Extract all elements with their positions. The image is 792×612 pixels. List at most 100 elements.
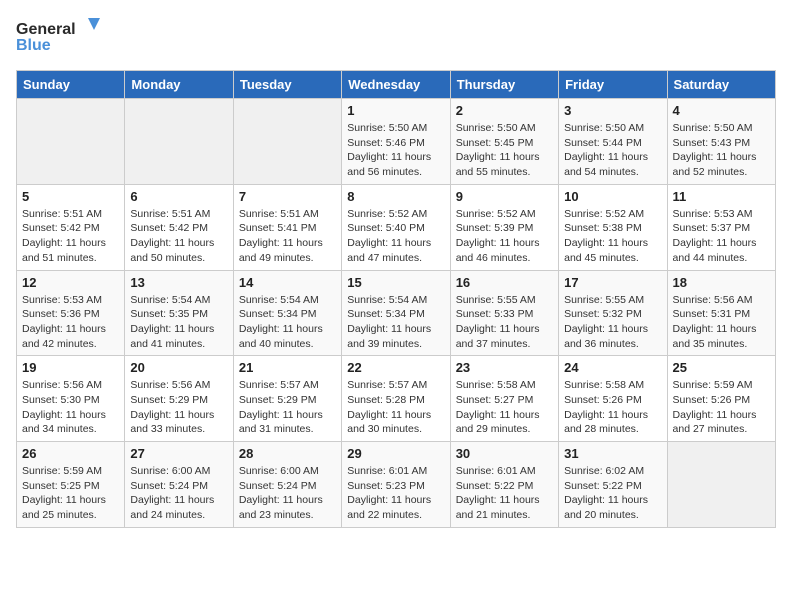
- day-info: Sunrise: 6:01 AMSunset: 5:22 PMDaylight:…: [456, 464, 553, 523]
- calendar-cell: [17, 99, 125, 185]
- day-number: 11: [673, 189, 770, 204]
- calendar-cell: 7Sunrise: 5:51 AMSunset: 5:41 PMDaylight…: [233, 184, 341, 270]
- calendar-cell: 3 Sunrise: 5:50 AMSunset: 5:44 PMDaylight…: [559, 99, 667, 185]
- page-header: GeneralBlue: [16, 16, 776, 58]
- day-number: 24: [564, 360, 661, 375]
- day-number: 16: [456, 275, 553, 290]
- day-number: 6: [130, 189, 227, 204]
- day-info: Sunrise: 5:56 AMSunset: 5:31 PMDaylight:…: [673, 293, 770, 352]
- day-info: Sunrise: 5:54 AMSunset: 5:35 PMDaylight:…: [130, 293, 227, 352]
- day-number: 18: [673, 275, 770, 290]
- calendar-cell: 24 Sunrise: 5:58 AMSunset: 5:26 PMDayligh…: [559, 356, 667, 442]
- weekday-header-tuesday: Tuesday: [233, 71, 341, 99]
- calendar-cell: 25Sunrise: 5:59 AMSunset: 5:26 PMDayligh…: [667, 356, 775, 442]
- day-number: 21: [239, 360, 336, 375]
- day-info: Sunrise: 5:58 AMSunset: 5:26 PMDaylight:…: [564, 378, 661, 437]
- day-info: Sunrise: 5:53 AMSunset: 5:36 PMDaylight:…: [22, 293, 119, 352]
- calendar-cell: [667, 442, 775, 528]
- calendar-cell: 31 Sunrise: 6:02 AMSunset: 5:22 PMDayligh…: [559, 442, 667, 528]
- calendar-cell: 11Sunrise: 5:53 AMSunset: 5:37 PMDayligh…: [667, 184, 775, 270]
- day-number: 28: [239, 446, 336, 461]
- calendar-cell: 20 Sunrise: 5:56 AMSunset: 5:29 PMDayligh…: [125, 356, 233, 442]
- day-info: Sunrise: 6:00 AMSunset: 5:24 PMDaylight:…: [130, 464, 227, 523]
- calendar-week-row: 19Sunrise: 5:56 AMSunset: 5:30 PMDayligh…: [17, 356, 776, 442]
- day-info: Sunrise: 5:58 AMSunset: 5:27 PMDaylight:…: [456, 378, 553, 437]
- calendar-cell: 23 Sunrise: 5:58 AMSunset: 5:27 PMDayligh…: [450, 356, 558, 442]
- day-number: 30: [456, 446, 553, 461]
- weekday-header-saturday: Saturday: [667, 71, 775, 99]
- day-number: 26: [22, 446, 119, 461]
- calendar-cell: 17 Sunrise: 5:55 AMSunset: 5:32 PMDayligh…: [559, 270, 667, 356]
- logo: GeneralBlue: [16, 16, 106, 58]
- calendar-cell: 30 Sunrise: 6:01 AMSunset: 5:22 PMDayligh…: [450, 442, 558, 528]
- day-info: Sunrise: 5:57 AMSunset: 5:29 PMDaylight:…: [239, 378, 336, 437]
- day-info: Sunrise: 6:02 AMSunset: 5:22 PMDaylight:…: [564, 464, 661, 523]
- day-info: Sunrise: 5:55 AMSunset: 5:32 PMDaylight:…: [564, 293, 661, 352]
- day-info: Sunrise: 5:59 AMSunset: 5:25 PMDaylight:…: [22, 464, 119, 523]
- day-number: 29: [347, 446, 444, 461]
- calendar-cell: 28 Sunrise: 6:00 AMSunset: 5:24 PMDayligh…: [233, 442, 341, 528]
- day-number: 20: [130, 360, 227, 375]
- calendar-table: SundayMondayTuesdayWednesdayThursdayFrid…: [16, 70, 776, 528]
- day-info: Sunrise: 5:51 AMSunset: 5:41 PMDaylight:…: [239, 207, 336, 266]
- day-info: Sunrise: 5:50 AMSunset: 5:46 PMDaylight:…: [347, 121, 444, 180]
- day-number: 1: [347, 103, 444, 118]
- calendar-cell: 29 Sunrise: 6:01 AMSunset: 5:23 PMDayligh…: [342, 442, 450, 528]
- day-number: 22: [347, 360, 444, 375]
- calendar-cell: 15 Sunrise: 5:54 AMSunset: 5:34 PMDayligh…: [342, 270, 450, 356]
- calendar-cell: 8Sunrise: 5:52 AMSunset: 5:40 PMDaylight…: [342, 184, 450, 270]
- calendar-cell: 12Sunrise: 5:53 AMSunset: 5:36 PMDayligh…: [17, 270, 125, 356]
- day-number: 23: [456, 360, 553, 375]
- calendar-cell: [233, 99, 341, 185]
- calendar-cell: 4Sunrise: 5:50 AMSunset: 5:43 PMDaylight…: [667, 99, 775, 185]
- day-info: Sunrise: 5:57 AMSunset: 5:28 PMDaylight:…: [347, 378, 444, 437]
- calendar-cell: 19Sunrise: 5:56 AMSunset: 5:30 PMDayligh…: [17, 356, 125, 442]
- day-info: Sunrise: 5:51 AMSunset: 5:42 PMDaylight:…: [22, 207, 119, 266]
- calendar-cell: 16 Sunrise: 5:55 AMSunset: 5:33 PMDayligh…: [450, 270, 558, 356]
- day-info: Sunrise: 5:52 AMSunset: 5:38 PMDaylight:…: [564, 207, 661, 266]
- day-number: 14: [239, 275, 336, 290]
- calendar-cell: 6 Sunrise: 5:51 AMSunset: 5:42 PMDaylight…: [125, 184, 233, 270]
- calendar-cell: 14Sunrise: 5:54 AMSunset: 5:34 PMDayligh…: [233, 270, 341, 356]
- svg-text:Blue: Blue: [16, 37, 51, 54]
- calendar-cell: 1 Sunrise: 5:50 AMSunset: 5:46 PMDaylight…: [342, 99, 450, 185]
- day-number: 27: [130, 446, 227, 461]
- day-number: 10: [564, 189, 661, 204]
- day-number: 4: [673, 103, 770, 118]
- day-info: Sunrise: 5:51 AMSunset: 5:42 PMDaylight:…: [130, 207, 227, 266]
- calendar-cell: 9Sunrise: 5:52 AMSunset: 5:39 PMDaylight…: [450, 184, 558, 270]
- day-number: 9: [456, 189, 553, 204]
- day-info: Sunrise: 5:59 AMSunset: 5:26 PMDaylight:…: [673, 378, 770, 437]
- calendar-cell: 26 Sunrise: 5:59 AMSunset: 5:25 PMDayligh…: [17, 442, 125, 528]
- calendar-week-row: 5 Sunrise: 5:51 AMSunset: 5:42 PMDaylight…: [17, 184, 776, 270]
- day-info: Sunrise: 5:50 AMSunset: 5:45 PMDaylight:…: [456, 121, 553, 180]
- calendar-week-row: 1 Sunrise: 5:50 AMSunset: 5:46 PMDaylight…: [17, 99, 776, 185]
- logo-svg: GeneralBlue: [16, 16, 106, 58]
- day-number: 31: [564, 446, 661, 461]
- calendar-cell: 21 Sunrise: 5:57 AMSunset: 5:29 PMDayligh…: [233, 356, 341, 442]
- day-info: Sunrise: 5:55 AMSunset: 5:33 PMDaylight:…: [456, 293, 553, 352]
- calendar-cell: 27 Sunrise: 6:00 AMSunset: 5:24 PMDayligh…: [125, 442, 233, 528]
- calendar-cell: 18 Sunrise: 5:56 AMSunset: 5:31 PMDayligh…: [667, 270, 775, 356]
- weekday-header-row: SundayMondayTuesdayWednesdayThursdayFrid…: [17, 71, 776, 99]
- weekday-header-sunday: Sunday: [17, 71, 125, 99]
- calendar-cell: 13 Sunrise: 5:54 AMSunset: 5:35 PMDayligh…: [125, 270, 233, 356]
- day-number: 13: [130, 275, 227, 290]
- calendar-cell: 10 Sunrise: 5:52 AMSunset: 5:38 PMDayligh…: [559, 184, 667, 270]
- day-info: Sunrise: 5:56 AMSunset: 5:29 PMDaylight:…: [130, 378, 227, 437]
- calendar-cell: 5 Sunrise: 5:51 AMSunset: 5:42 PMDaylight…: [17, 184, 125, 270]
- day-info: Sunrise: 5:50 AMSunset: 5:44 PMDaylight:…: [564, 121, 661, 180]
- calendar-cell: 22 Sunrise: 5:57 AMSunset: 5:28 PMDayligh…: [342, 356, 450, 442]
- day-number: 3: [564, 103, 661, 118]
- day-number: 17: [564, 275, 661, 290]
- day-number: 2: [456, 103, 553, 118]
- calendar-cell: [125, 99, 233, 185]
- weekday-header-monday: Monday: [125, 71, 233, 99]
- day-info: Sunrise: 6:00 AMSunset: 5:24 PMDaylight:…: [239, 464, 336, 523]
- weekday-header-friday: Friday: [559, 71, 667, 99]
- day-number: 15: [347, 275, 444, 290]
- day-info: Sunrise: 6:01 AMSunset: 5:23 PMDaylight:…: [347, 464, 444, 523]
- day-info: Sunrise: 5:54 AMSunset: 5:34 PMDaylight:…: [347, 293, 444, 352]
- day-info: Sunrise: 5:56 AMSunset: 5:30 PMDaylight:…: [22, 378, 119, 437]
- day-number: 5: [22, 189, 119, 204]
